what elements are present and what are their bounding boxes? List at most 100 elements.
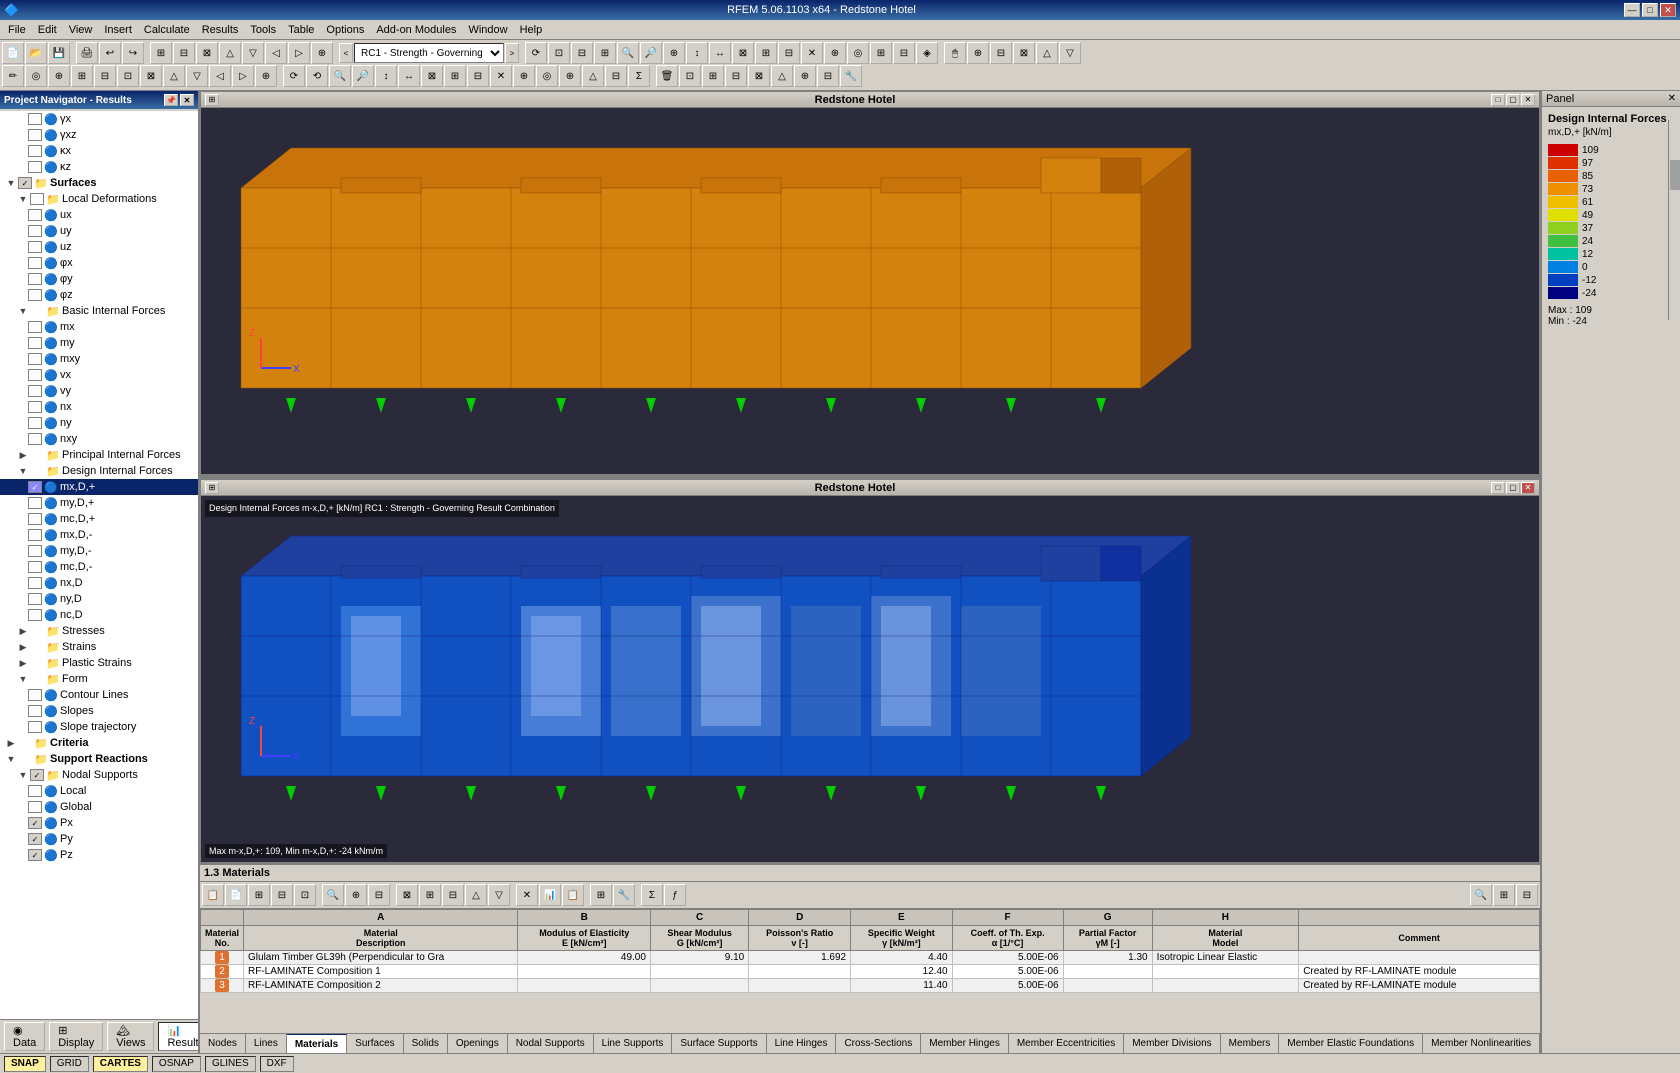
status-grid[interactable]: GRID xyxy=(50,1056,89,1072)
tree-item-ncd[interactable]: 🔵 nc,D xyxy=(0,607,198,623)
tb-t16[interactable]: 📋 xyxy=(562,884,584,906)
tb-r25[interactable]: ⊕ xyxy=(559,65,581,87)
tb-tr1[interactable]: 🔍 xyxy=(1470,884,1492,906)
tb-5[interactable]: ▽ xyxy=(242,42,264,64)
tb-4[interactable]: △ xyxy=(219,42,241,64)
tree-checkbox[interactable] xyxy=(28,801,42,813)
tree-checkbox[interactable] xyxy=(28,369,42,381)
tree-checkbox[interactable] xyxy=(28,225,42,237)
tab-materials[interactable]: Materials xyxy=(287,1034,347,1053)
tree-item[interactable]: 🔵 γx xyxy=(0,111,198,127)
tb-r12[interactable]: ⊕ xyxy=(255,65,277,87)
tb-redo[interactable]: ↪ xyxy=(122,42,144,64)
tb-t13[interactable]: ▽ xyxy=(488,884,510,906)
tree-checkbox[interactable] xyxy=(28,497,42,509)
status-glines[interactable]: GLINES xyxy=(205,1056,256,1072)
tb-11[interactable]: ⊟ xyxy=(571,42,593,64)
tb-print[interactable]: 🖨 xyxy=(76,42,98,64)
tb-8[interactable]: ⊕ xyxy=(311,42,333,64)
tb-r24[interactable]: ◎ xyxy=(536,65,558,87)
tb-6[interactable]: ◁ xyxy=(265,42,287,64)
tb-r1[interactable]: ✏ xyxy=(2,65,24,87)
tree-item-uz[interactable]: 🔵 uz xyxy=(0,239,198,255)
tree-checkbox[interactable] xyxy=(28,257,42,269)
tb-nav-prev[interactable]: < xyxy=(339,43,353,63)
tab-cross-sections[interactable]: Cross-Sections xyxy=(836,1034,921,1053)
panel-close-btn[interactable]: ✕ xyxy=(180,94,194,106)
tb-31[interactable]: △ xyxy=(1036,42,1058,64)
tb-t19[interactable]: Σ xyxy=(641,884,663,906)
tb-r36[interactable]: ⊟ xyxy=(817,65,839,87)
status-osnap[interactable]: OSNAP xyxy=(152,1056,201,1072)
menu-help[interactable]: Help xyxy=(514,22,549,38)
tree-checkbox[interactable] xyxy=(28,705,42,717)
tree-item-myd-plus[interactable]: 🔵 my,D,+ xyxy=(0,495,198,511)
tb-r9[interactable]: ▽ xyxy=(186,65,208,87)
principal-forces-folder[interactable]: ▶ 📁 Principal Internal Forces xyxy=(0,447,198,463)
tree-checkbox[interactable] xyxy=(28,577,42,589)
tab-member-elastic[interactable]: Member Elastic Foundations xyxy=(1279,1034,1423,1053)
tb-tr2[interactable]: ⊞ xyxy=(1493,884,1515,906)
tb-r35[interactable]: ⊕ xyxy=(794,65,816,87)
tb-undo[interactable]: ↩ xyxy=(99,42,121,64)
tree-item-nx[interactable]: 🔵 nx xyxy=(0,399,198,415)
tb-t10[interactable]: ⊞ xyxy=(419,884,441,906)
tb-32[interactable]: ▽ xyxy=(1059,42,1081,64)
tb-26[interactable]: ◈ xyxy=(916,42,938,64)
tb-r29[interactable]: 🗑 xyxy=(656,65,678,87)
tree-item-mcd-minus[interactable]: 🔵 mc,D,- xyxy=(0,559,198,575)
basic-forces-folder[interactable]: ▼ 📁 Basic Internal Forces xyxy=(0,303,198,319)
tb-15[interactable]: ⊕ xyxy=(663,42,685,64)
tab-member-hinges[interactable]: Member Hinges xyxy=(921,1034,1009,1053)
tb-r34[interactable]: △ xyxy=(771,65,793,87)
design-forces-folder[interactable]: ▼ 📁 Design Internal Forces xyxy=(0,463,198,479)
menu-calculate[interactable]: Calculate xyxy=(138,22,196,38)
tb-2[interactable]: ⊟ xyxy=(173,42,195,64)
close-btn[interactable]: ✕ xyxy=(1660,3,1676,17)
plastic-strains-folder[interactable]: ▶ 📁 Plastic Strains xyxy=(0,655,198,671)
tb-r15[interactable]: 🔍 xyxy=(329,65,351,87)
tab-openings[interactable]: Openings xyxy=(448,1034,508,1053)
top-viewport-icon[interactable]: ⊞ xyxy=(205,94,219,106)
top-viewport-close[interactable]: ✕ xyxy=(1521,94,1535,106)
local-deformations-folder[interactable]: ▼ 📁 Local Deformations xyxy=(0,191,198,207)
menu-tools[interactable]: Tools xyxy=(244,22,282,38)
tb-29[interactable]: ⊟ xyxy=(990,42,1012,64)
tree-checkbox[interactable] xyxy=(28,785,42,797)
tree-item-slope-traj[interactable]: 🔵 Slope trajectory xyxy=(0,719,198,735)
tree-checkbox[interactable] xyxy=(28,561,42,573)
tree-item-ny[interactable]: 🔵 ny xyxy=(0,415,198,431)
tb-t6[interactable]: 🔍 xyxy=(322,884,344,906)
panel-close-icon[interactable]: ✕ xyxy=(1668,93,1676,104)
tb-30[interactable]: ⊠ xyxy=(1013,42,1035,64)
tab-member-eccentricities[interactable]: Member Eccentricities xyxy=(1009,1034,1124,1053)
nav-tab-views[interactable]: 🏔 Views xyxy=(107,1022,154,1051)
tree-checkbox[interactable] xyxy=(28,353,42,365)
tree-checkbox[interactable] xyxy=(28,241,42,253)
menu-results[interactable]: Results xyxy=(196,22,245,38)
tree-checkbox[interactable] xyxy=(28,689,42,701)
tree-item-px[interactable]: ✓ 🔵 Px xyxy=(0,815,198,831)
tree-checkbox[interactable]: ✓ xyxy=(28,849,42,861)
tb-r26[interactable]: △ xyxy=(582,65,604,87)
tree-checkbox[interactable] xyxy=(28,321,42,333)
tb-3[interactable]: ⊠ xyxy=(196,42,218,64)
tb-24[interactable]: ⊞ xyxy=(870,42,892,64)
tree-item-uy[interactable]: 🔵 uy xyxy=(0,223,198,239)
tree-checkbox[interactable] xyxy=(28,513,42,525)
top-viewport[interactable]: ⊞ Redstone Hotel □ ▢ ✕ xyxy=(200,91,1540,475)
stresses-folder[interactable]: ▶ 📁 Stresses xyxy=(0,623,198,639)
status-dxf[interactable]: DXF xyxy=(260,1056,294,1072)
tree-item-mx[interactable]: 🔵 mx xyxy=(0,319,198,335)
tab-surface-supports[interactable]: Surface Supports xyxy=(672,1034,766,1053)
tree-item-vy[interactable]: 🔵 vy xyxy=(0,383,198,399)
tab-line-hinges[interactable]: Line Hinges xyxy=(767,1034,837,1053)
bottom-viewport[interactable]: ⊞ Redstone Hotel □ ▢ ✕ Design Internal F… xyxy=(200,479,1540,863)
tb-r37[interactable]: 🔧 xyxy=(840,65,862,87)
tb-r10[interactable]: ◁ xyxy=(209,65,231,87)
menu-view[interactable]: View xyxy=(63,22,99,38)
tb-r22[interactable]: ✕ xyxy=(490,65,512,87)
tree-checkbox[interactable]: ✓ xyxy=(28,817,42,829)
menu-window[interactable]: Window xyxy=(462,22,513,38)
nav-tab-results[interactable]: 📊 Results xyxy=(158,1022,200,1051)
